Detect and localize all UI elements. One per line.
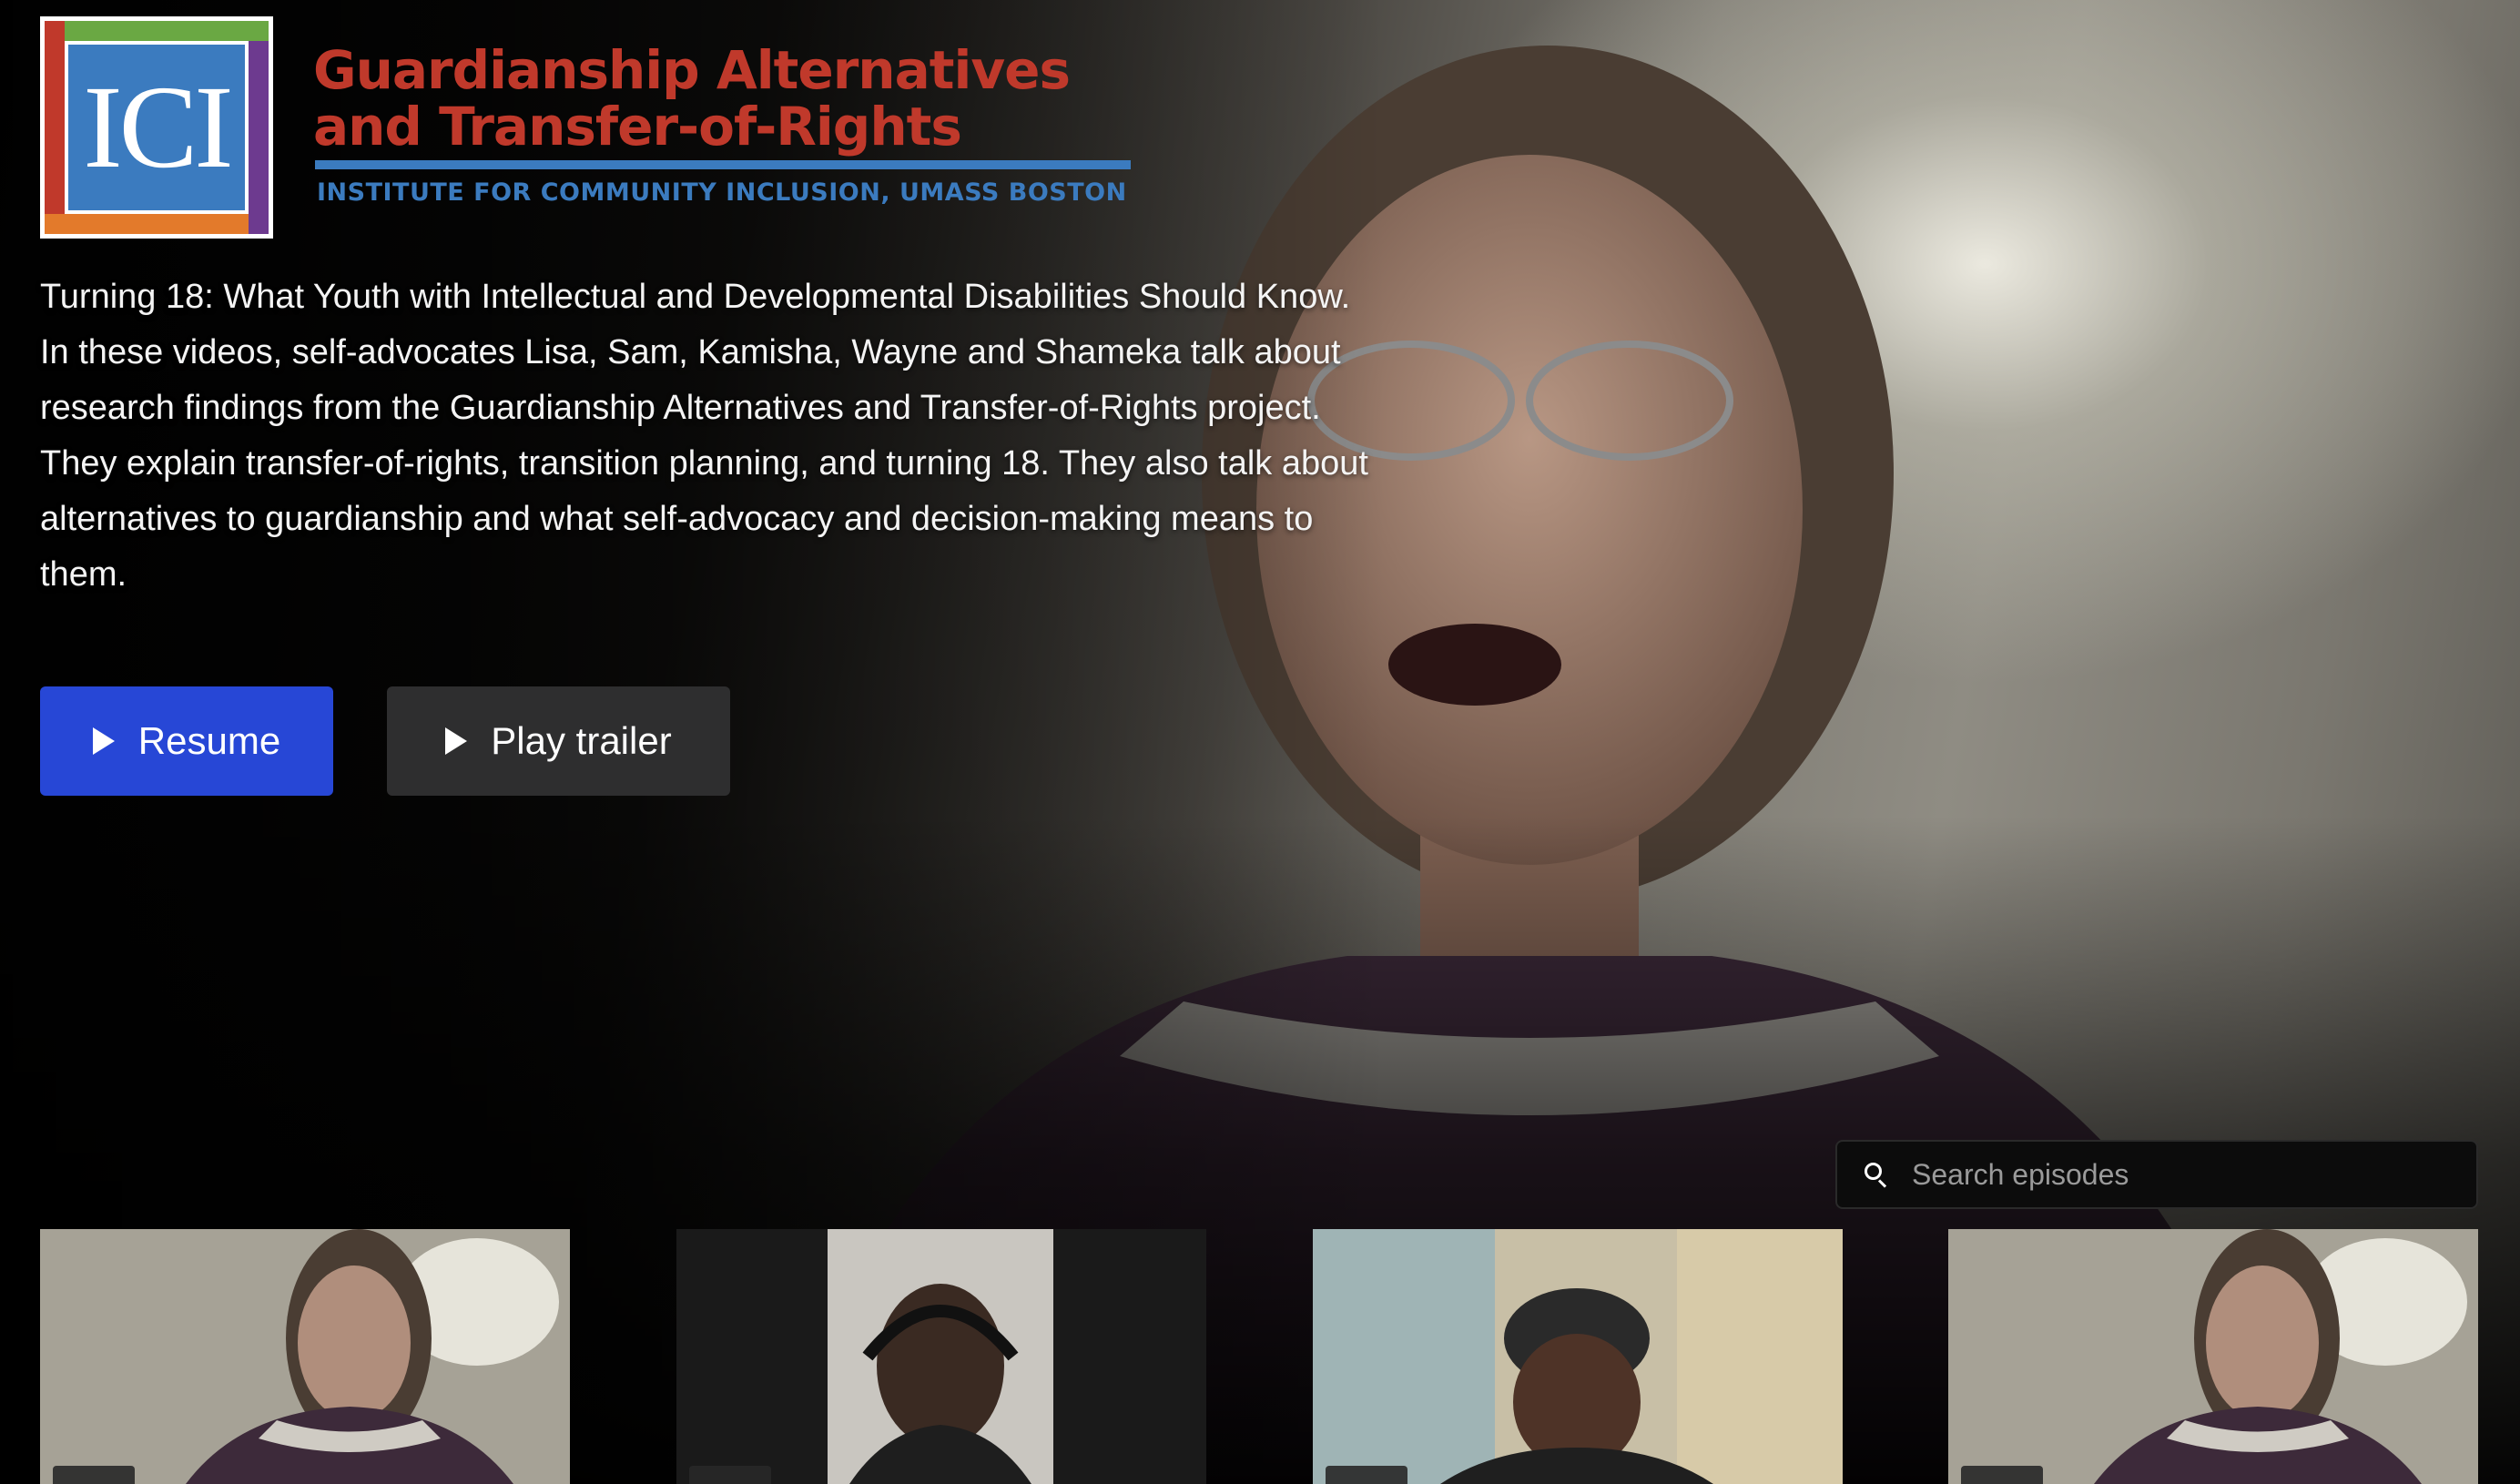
episode-thumbnail [40,1229,570,1484]
brand-title-line2: and Transfer-of-Rights [313,96,962,158]
hero-banner: ICI Guardianship Alternatives and Transf… [0,0,2520,1484]
episode-badge [1961,1466,2043,1484]
episode-thumbnail [1948,1229,2478,1484]
brand-subtitle: INSTITUTE FOR COMMUNITY INCLUSION, UMASS… [317,178,1127,207]
episode-card[interactable] [1313,1229,1843,1484]
episode-card[interactable] [1948,1229,2478,1484]
resume-label: Resume [137,719,281,762]
episode-card[interactable] [676,1229,1206,1484]
play-icon [92,727,115,755]
search-icon [1865,1163,1888,1188]
episode-badge [689,1466,771,1484]
episode-thumbnail [676,1229,1206,1484]
brand-logo: ICI Guardianship Alternatives and Transf… [40,16,1133,239]
resume-button[interactable]: Resume [40,686,333,796]
brand-divider [315,160,1131,169]
play-trailer-label: Play trailer [491,719,672,762]
play-trailer-button[interactable]: Play trailer [387,686,730,796]
episode-badge [1326,1466,1407,1484]
brand-title-line1: Guardianship Alternatives [313,39,1071,101]
series-description: Turning 18: What Youth with Intellectual… [40,278,1368,594]
play-icon [445,727,468,755]
episode-thumbnail [1313,1229,1843,1484]
episode-list [40,1229,2480,1484]
episode-card[interactable] [40,1229,570,1484]
ici-logo-mark: ICI [40,16,273,239]
logo-mark-text: ICI [68,45,245,210]
episode-badge [53,1466,135,1484]
episode-search[interactable] [1835,1140,2478,1209]
brand-title: Guardianship Alternatives and Transfer-o… [313,39,1071,158]
search-episodes-input[interactable] [1912,1157,2422,1192]
